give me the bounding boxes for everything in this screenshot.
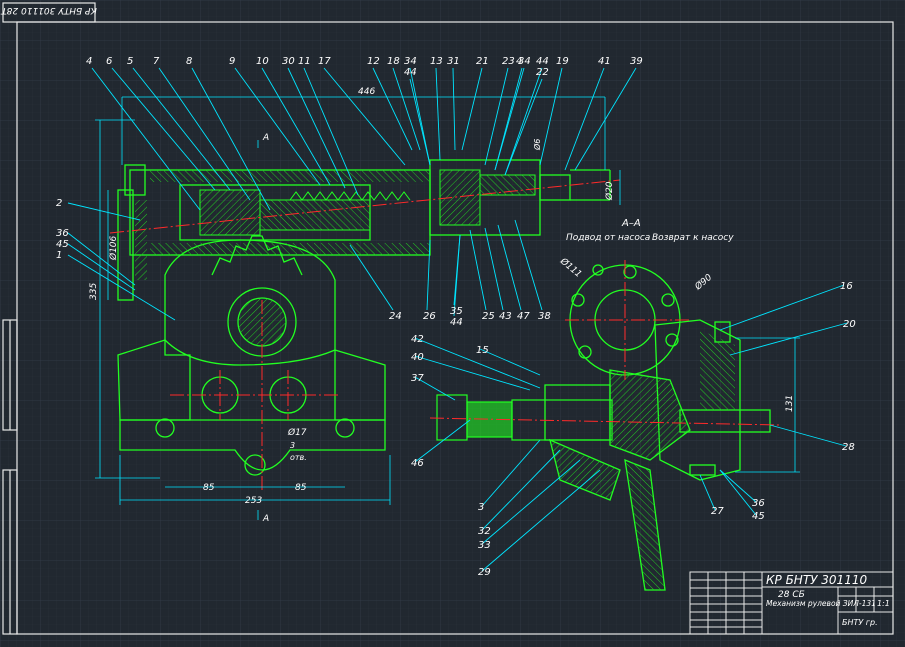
section-aa-title: А–А: [621, 218, 641, 229]
callout-top-7: 30: [282, 56, 295, 67]
hole-note-line3: отв.: [290, 453, 307, 462]
dim-85-left: 85: [203, 483, 215, 493]
cad-drawing-viewport[interactable]: КР БНТУ 301110 28Т 446 335 Ø106 Ø20 Ø6 8…: [0, 0, 905, 647]
callout-top-6: 10: [256, 56, 269, 67]
section-mark-bottom: А: [262, 514, 269, 524]
title-block-organization: БНТУ гр.: [842, 618, 878, 627]
callout-bottom-2: 35: [450, 306, 463, 317]
callout-right-6: 29: [478, 567, 491, 578]
section-mark-top: А: [262, 133, 269, 143]
callout-right-8: 32: [478, 526, 491, 537]
callout-bottom-4: 25: [482, 311, 495, 322]
callout-right-4: 45: [752, 511, 765, 522]
callout-right-13: 42: [411, 334, 424, 345]
callout-left-2: 45: [56, 239, 69, 250]
callout-top-23: 41: [598, 56, 611, 67]
dim-85-right: 85: [295, 483, 307, 493]
callout-top-20: 44: [536, 56, 549, 67]
callout-right-5: 27: [711, 506, 724, 517]
callout-right-0: 16: [840, 281, 853, 292]
callout-top-1: 6: [106, 56, 112, 67]
dim-253: 253: [245, 496, 262, 506]
callout-top-13: 44: [404, 67, 417, 78]
callout-right-14: 15: [476, 345, 489, 356]
callout-top-8: 11: [298, 56, 311, 67]
callout-right-7: 33: [478, 540, 491, 551]
title-block-scale: 1:1: [877, 599, 890, 608]
callout-right-10: 46: [411, 458, 424, 469]
callout-top-3: 7: [153, 56, 160, 67]
callout-bottom-7: 38: [538, 311, 551, 322]
hole-note-line2: 3: [290, 441, 295, 450]
callout-bottom-5: 43: [499, 311, 512, 322]
callout-right-3: 36: [752, 498, 765, 509]
callout-bottom-0: 24: [389, 311, 402, 322]
callout-top-0: 4: [86, 56, 92, 67]
callout-bottom-6: 47: [517, 311, 530, 322]
dim-height: 335: [89, 283, 99, 300]
callout-top-15: 31: [447, 56, 460, 67]
callout-top-12: 34: [404, 56, 417, 67]
callout-right-9: 3: [478, 502, 484, 513]
dim-diameter-6: Ø6: [532, 139, 542, 151]
annotation-supply: Подвод от насоса: [566, 233, 650, 243]
callout-top-24: 39: [630, 56, 643, 67]
callout-top-21: 22: [536, 67, 549, 78]
callout-top-9: 17: [318, 56, 331, 67]
callout-top-17: 23: [502, 56, 515, 67]
annotation-return: Возврат к насосу: [652, 233, 734, 243]
callout-top-14: 13: [430, 56, 443, 67]
callout-right-2: 28: [842, 442, 855, 453]
callout-bottom-3: 44: [450, 317, 463, 328]
callout-right-1: 20: [843, 319, 856, 330]
stamp-top-left: КР БНТУ 301110 28Т: [0, 5, 97, 15]
callout-top-4: 8: [186, 56, 192, 67]
callout-top-10: 12: [367, 56, 380, 67]
callout-top-2: 5: [127, 56, 133, 67]
callout-top-19: 34: [518, 56, 531, 67]
callout-right-12: 40: [411, 352, 424, 363]
dim-131: 131: [785, 395, 795, 412]
callout-top-11: 18: [387, 56, 400, 67]
callout-top-22: 19: [556, 56, 569, 67]
hole-note-line1: Ø17: [287, 427, 307, 438]
callout-top-16: 21: [476, 56, 489, 67]
callout-left-3: 1: [56, 250, 62, 261]
callout-left-1: 36: [56, 228, 69, 239]
title-block-code: КР БНТУ 301110: [766, 573, 867, 587]
callout-top-5: 9: [229, 56, 235, 67]
callout-right-11: 37: [411, 373, 424, 384]
callout-bottom-1: 26: [423, 311, 436, 322]
title-block-product-name: Механизм рулевой ЗИЛ-131: [766, 599, 876, 608]
dim-diameter-20: Ø20: [604, 181, 615, 201]
callout-left-0: 2: [56, 198, 62, 209]
dim-overall-length: 446: [358, 87, 375, 97]
dim-diameter-106: Ø106: [108, 235, 119, 261]
